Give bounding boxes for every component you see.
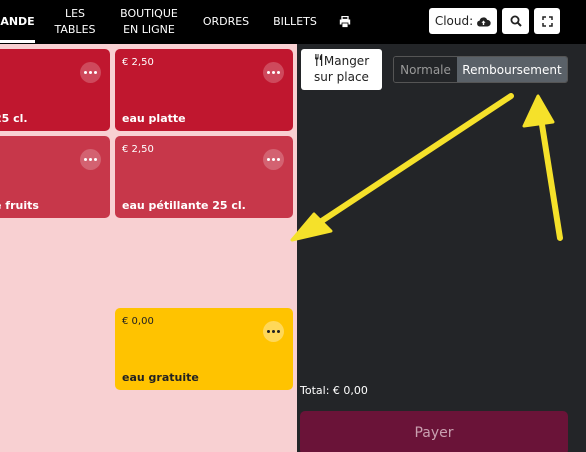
nav-tab-les-tables[interactable]: LES TABLES [55,0,96,44]
mode-toggle: Normale Remboursement [393,56,568,83]
product-tile-eau-gratuite[interactable]: € 0,00 eau gratuite [115,308,293,390]
product-grid: 25 cl. € 2,50 eau platte e fruits € 2,50… [0,44,297,452]
cloud-upload-icon [477,16,491,26]
order-total: Total: € 0,00 [300,384,368,397]
product-tile-eau-platte[interactable]: € 2,50 eau platte [115,49,293,131]
fullscreen-icon [541,15,553,27]
printer-icon [339,16,351,28]
active-tab-indicator [0,40,35,43]
nav-tab-commande[interactable]: ANDE [0,0,35,44]
fullscreen-button[interactable] [534,8,560,34]
utensils-icon [314,54,323,66]
nav-tab-ordres[interactable]: ORDRES [200,0,252,44]
tile-price: € 2,50 [122,57,154,68]
order-panel: Manger sur place Normale Remboursement T… [297,44,586,452]
cloud-label: Cloud: [434,14,474,28]
mode-normale-button[interactable]: Normale [394,57,457,82]
tile-price: € 0,00 [122,316,154,327]
mode-remboursement-button[interactable]: Remboursement [457,57,567,82]
product-tile[interactable]: e fruits [0,136,110,218]
more-options-icon[interactable] [80,149,101,170]
more-options-icon[interactable] [263,62,284,83]
more-options-icon[interactable] [80,62,101,83]
nav-tab-billets[interactable]: BILLETS [270,0,320,44]
nav-tab-boutique-en-ligne[interactable]: BOUTIQUE EN LIGNE [113,0,185,44]
more-options-icon[interactable] [263,321,284,342]
tile-price: € 2,50 [122,144,154,155]
tile-name: eau pétillante 25 cl. [122,199,246,212]
tile-name: eau gratuite [122,371,199,384]
more-options-icon[interactable] [263,149,284,170]
pay-button[interactable]: Payer [300,411,568,452]
search-button[interactable] [502,8,529,34]
product-tile-eau-petillante[interactable]: € 2,50 eau pétillante 25 cl. [115,136,293,218]
tile-name: eau platte [122,112,186,125]
product-tile[interactable]: 25 cl. [0,49,110,131]
print-button[interactable] [334,0,356,44]
manger-sur-place-button[interactable]: Manger sur place [301,49,382,90]
search-icon [510,15,522,27]
top-nav-bar: ANDE LES TABLES BOUTIQUE EN LIGNE ORDRES… [0,0,586,44]
cloud-button[interactable]: Cloud: [429,8,497,34]
